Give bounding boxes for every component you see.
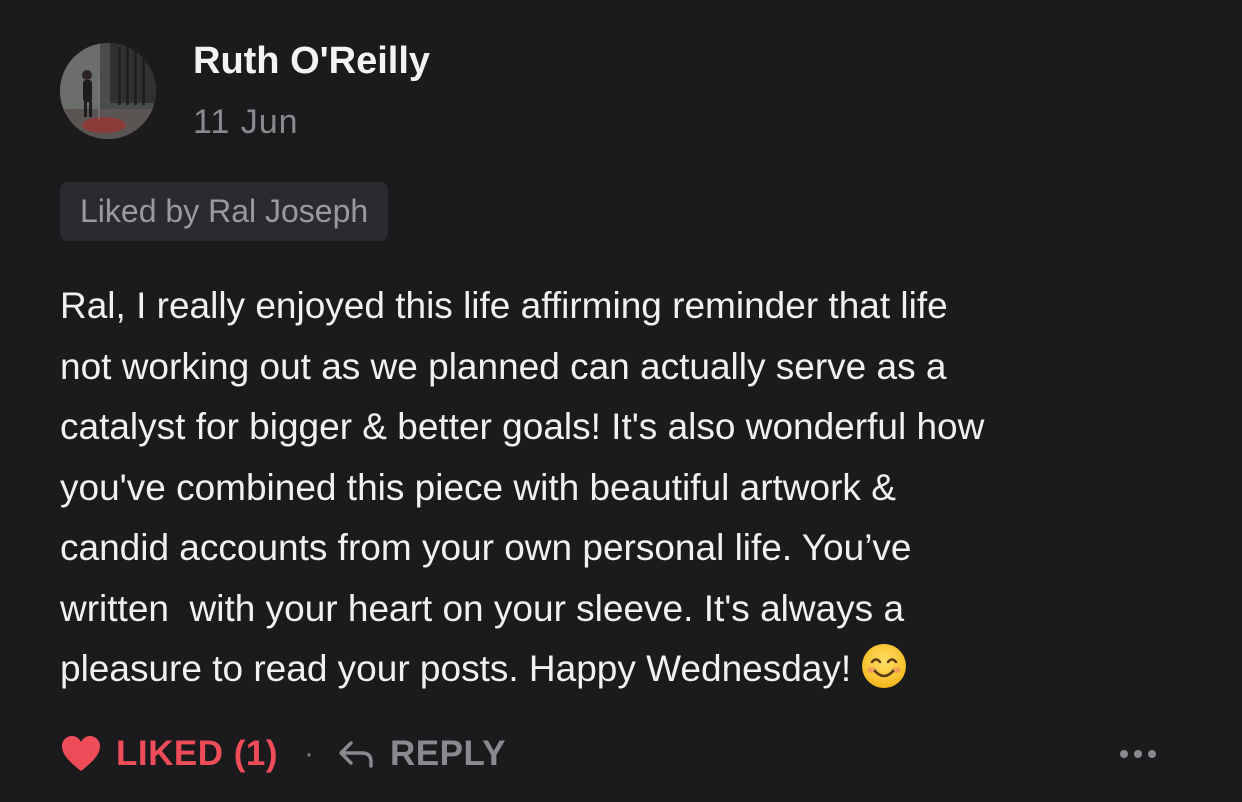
comment-line: Ral, I really enjoyed this life affirmin… [60, 285, 948, 326]
comment-line: candid accounts from your own personal l… [60, 527, 912, 568]
comment-line: written with your heart on your sleeve. … [60, 587, 905, 629]
liked-by-badge: Liked by Ral Joseph [60, 182, 389, 241]
avatar-photo [60, 43, 156, 139]
smiling-face-emoji [862, 644, 907, 688]
heart-icon [62, 736, 100, 771]
like-label: LIKED (1) [116, 734, 278, 773]
reply-arrow-icon [339, 741, 373, 768]
more-dots-icon[interactable] [1118, 748, 1158, 760]
comment-actions: LIKED (1) · REPLY [60, 726, 506, 782]
reply-button[interactable]: REPLY [338, 734, 506, 774]
comment-line: you've combined this piece with beautifu… [60, 466, 896, 508]
comment-last-line: pleasure to read your posts. Happy Wedne… [60, 639, 1210, 700]
action-separator: · [304, 737, 314, 770]
comment-body: Ral, I really enjoyed this life affirmin… [60, 276, 1210, 700]
comment-date: 11 Jun [193, 103, 299, 141]
comment-line: not working out as we planned can actual… [60, 345, 947, 387]
comment-line: pleasure to read your posts. Happy Wedne… [60, 648, 852, 689]
comment-line: catalyst for bigger & better goals! It's… [60, 406, 985, 447]
reply-label: REPLY [390, 734, 506, 773]
author-name[interactable]: Ruth O'Reilly [193, 40, 430, 83]
avatar[interactable] [60, 43, 156, 139]
like-button[interactable]: LIKED (1) [60, 734, 278, 774]
